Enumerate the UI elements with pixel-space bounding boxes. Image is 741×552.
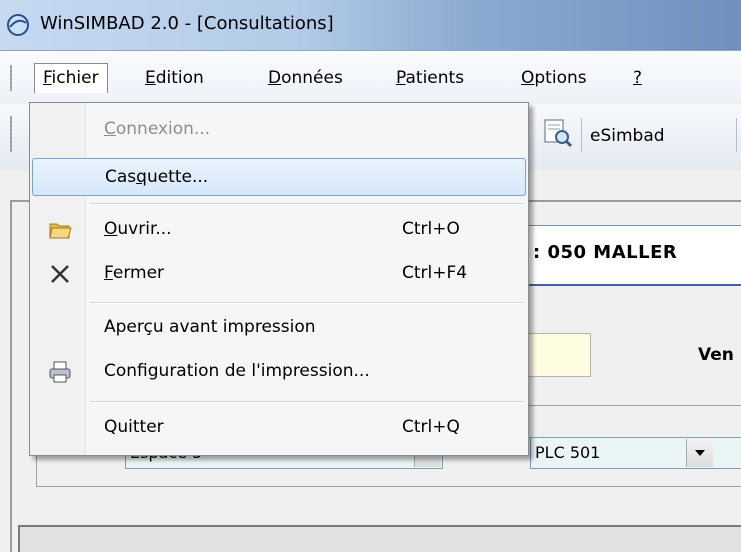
menu-options[interactable]: Options [513, 64, 595, 92]
menu-item-apercu[interactable]: Aperçu avant impression [32, 309, 526, 347]
menu-help[interactable]: ? [625, 64, 650, 92]
menu-separator [90, 401, 524, 403]
menu-item-ouvrir[interactable]: Ouvrir... Ctrl+O [32, 211, 526, 249]
menu-patients[interactable]: Patients [388, 64, 472, 92]
esimbad-button[interactable]: eSimbad [590, 126, 665, 146]
menu-item-label: Aperçu avant impression [104, 317, 316, 337]
menu-edition[interactable]: Edition [137, 64, 212, 92]
salle-value: PLC 501 [535, 443, 601, 462]
toolbar-separator [581, 118, 582, 152]
menu-item-label: Casquette... [105, 167, 209, 187]
menu-bar: Fichier Edition Données Patients Options… [0, 51, 741, 103]
open-folder-icon [49, 223, 72, 239]
ven-label: Ven [698, 345, 734, 365]
close-x-icon [51, 265, 69, 283]
toolbar-grip[interactable] [10, 116, 12, 152]
menu-item-label: Fermer [104, 263, 165, 283]
menu-separator [90, 203, 524, 205]
preview-toolbar-icon[interactable] [540, 116, 574, 150]
menu-item-label: Ouvrir... [104, 219, 172, 239]
menu-item-label: Quitter [104, 417, 164, 437]
menu-fichier[interactable]: Fichier [34, 63, 108, 93]
patient-header: : 050 MALLER [533, 242, 678, 263]
salle-select[interactable]: PLC 501 [530, 437, 741, 469]
menu-shortcut: Ctrl+O [402, 219, 460, 239]
printer-icon [49, 361, 71, 383]
menu-item-quitter[interactable]: Quitter Ctrl+Q [32, 409, 526, 447]
bottom-panel [18, 525, 741, 552]
window-title: WinSIMBAD 2.0 - [Consultations] [40, 13, 334, 34]
menu-item-fermer[interactable]: Fermer Ctrl+F4 [32, 255, 526, 293]
toolbar-separator [736, 118, 737, 152]
menubar-grip[interactable] [10, 65, 12, 91]
fichier-menu-dropdown: Connexion... Casquette... Ouvrir... Ctrl… [29, 102, 529, 456]
menu-shortcut: Ctrl+Q [402, 417, 460, 437]
menu-item-label: Connexion... [104, 119, 211, 139]
menu-donnees[interactable]: Données [260, 64, 351, 92]
menu-separator [90, 302, 524, 304]
title-bar: WinSIMBAD 2.0 - [Consultations] [0, 0, 741, 51]
menu-item-config-impression[interactable]: Configuration de l'impression... [32, 353, 526, 391]
menu-item-casquette[interactable]: Casquette... [32, 158, 526, 196]
app-logo-icon [7, 14, 29, 36]
menu-shortcut: Ctrl+F4 [402, 263, 468, 283]
salle-dropdown-button[interactable] [686, 439, 713, 467]
menu-item-label: Configuration de l'impression... [104, 361, 370, 381]
yellow-input-field[interactable] [527, 333, 591, 377]
menu-item-connexion[interactable]: Connexion... [32, 111, 526, 149]
